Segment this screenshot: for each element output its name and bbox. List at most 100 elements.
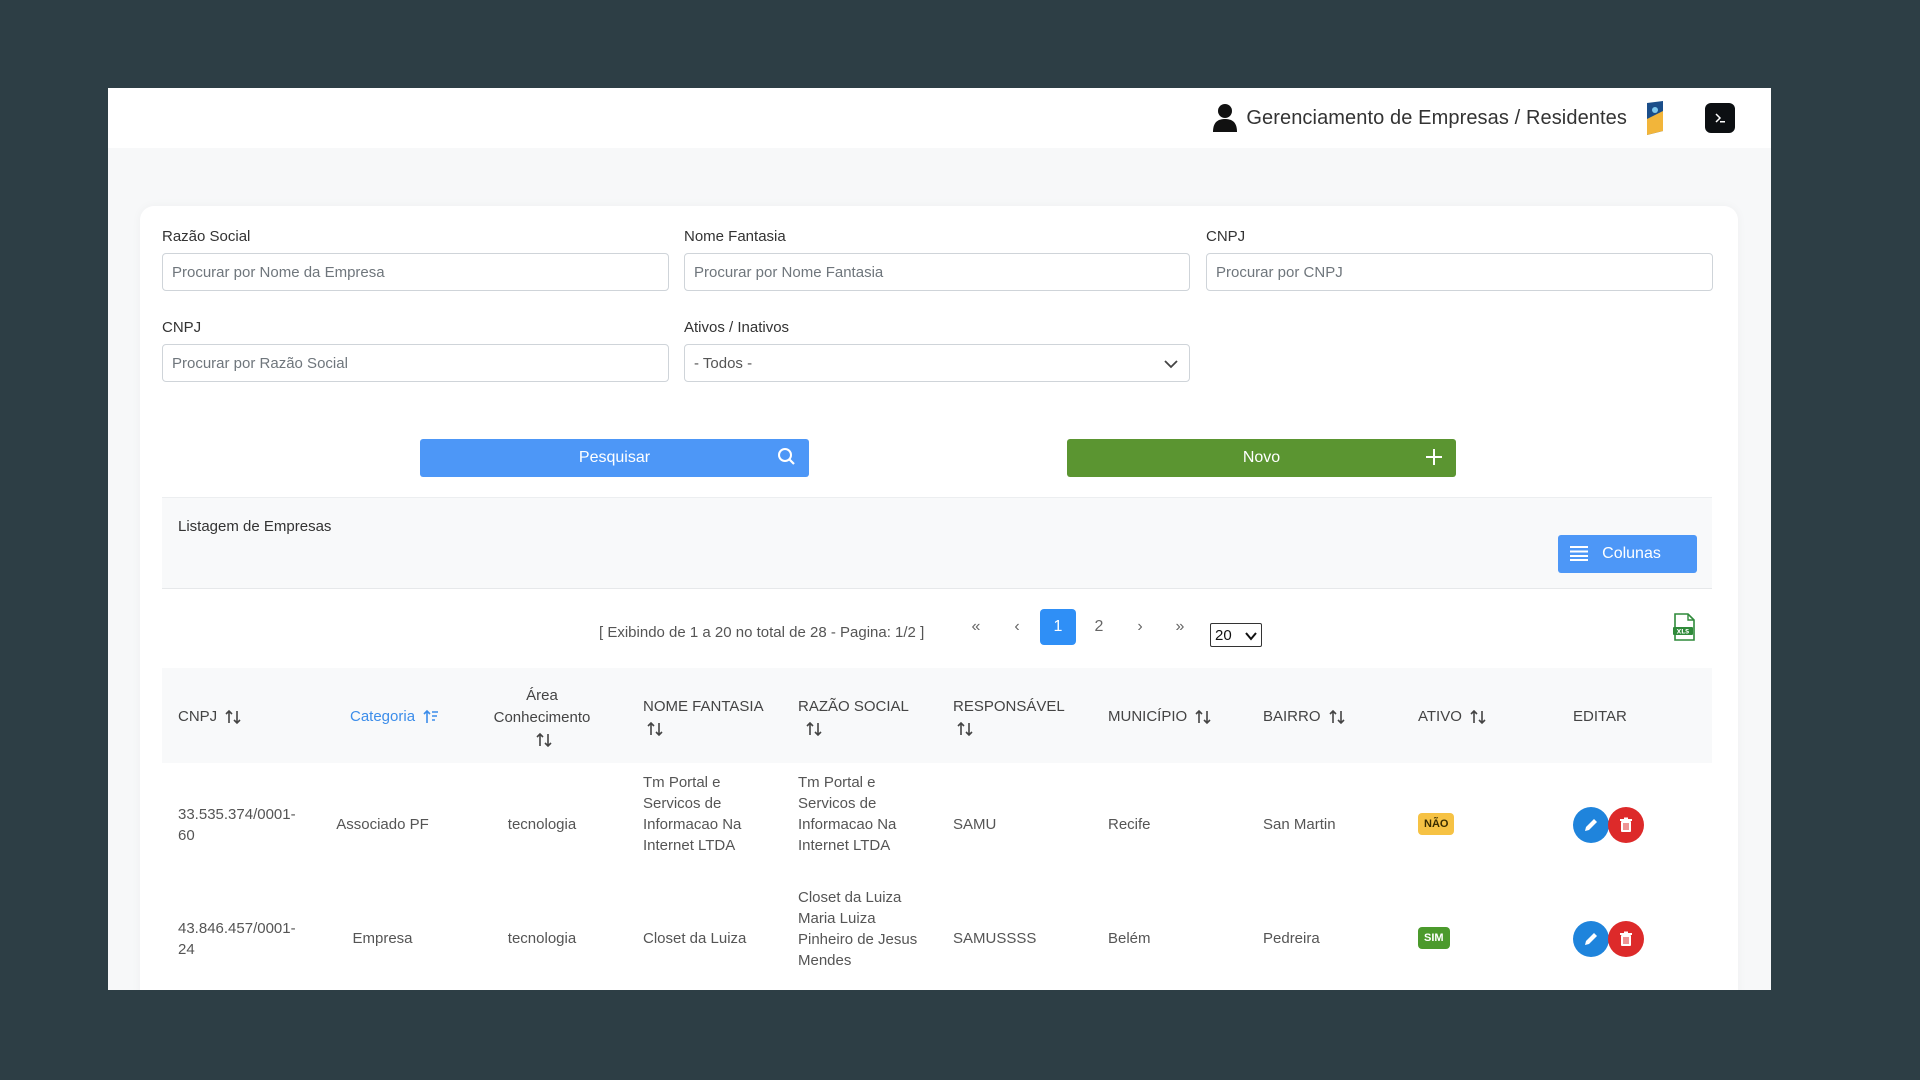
sort-desc-icon	[423, 709, 439, 724]
edit-button[interactable]	[1573, 921, 1609, 957]
chevron-down-icon	[1245, 632, 1257, 641]
last-page-button[interactable]: »	[1162, 609, 1198, 645]
page-2-button[interactable]: 2	[1081, 609, 1117, 645]
cell-line: Pinheiro de Jesus	[798, 931, 918, 948]
cell-area: tecnologia	[507, 816, 577, 833]
cell-cnpj-line: 60	[178, 827, 195, 844]
th-responsavel-label: RESPONSÁVEL	[953, 698, 1065, 715]
nome-fantasia-input[interactable]	[684, 253, 1190, 291]
app-logo[interactable]	[1705, 103, 1735, 133]
app-title: Gerenciamento de Empresas / Residentes	[1246, 106, 1627, 129]
delete-button[interactable]	[1608, 921, 1644, 957]
page-1-button[interactable]: 1	[1040, 609, 1076, 645]
cell-razao-social: Tm Portal e Servicos de Informacao Na In…	[798, 772, 928, 856]
cell-cnpj-line: 43.846.457/0001-	[178, 920, 296, 937]
list-panel: Listagem de Empresas Colunas	[162, 497, 1712, 589]
th-razao-social-label: RAZÃO SOCIAL	[798, 698, 909, 715]
nome-fantasia-label: Nome Fantasia	[684, 228, 786, 245]
cell-municipio: Recife	[1108, 816, 1151, 833]
cnpj-input[interactable]	[1206, 253, 1713, 291]
columns-button-label: Colunas	[1602, 545, 1661, 562]
cell-line: Mendes	[798, 952, 852, 969]
cell-cnpj: 43.846.457/0001- 24	[178, 918, 296, 960]
cell-line: Servicos de	[643, 795, 722, 812]
cnpj2-label: CNPJ	[162, 319, 202, 336]
sort-icon	[1470, 709, 1486, 725]
razao-social-label: Razão Social	[162, 228, 251, 245]
new-button-label: Novo	[1242, 449, 1281, 466]
th-ativo-label: ATIVO	[1418, 708, 1462, 725]
cell-line: Closet da Luiza	[643, 930, 747, 947]
razao-social-search-input[interactable]	[162, 344, 669, 382]
app-logo-icon	[1715, 113, 1725, 123]
first-page-button[interactable]: «	[958, 609, 994, 645]
status-badge: NÃO	[1418, 813, 1455, 835]
cell-line: Internet LTDA	[643, 837, 736, 854]
cell-line: Maria Luiza	[798, 910, 876, 927]
pencil-icon	[1585, 819, 1597, 831]
sort-icon	[647, 721, 663, 737]
delete-button[interactable]	[1608, 807, 1644, 843]
th-editar-label: EDITAR	[1573, 708, 1627, 725]
th-categoria-label: Categoria	[350, 708, 416, 725]
th-razao-social[interactable]: RAZÃO SOCIAL	[798, 696, 928, 740]
edit-button[interactable]	[1573, 807, 1609, 843]
cell-municipio: Belém	[1108, 930, 1151, 947]
cell-cnpj-line: 33.535.374/0001-	[178, 806, 296, 823]
cell-bairro: Pedreira	[1263, 930, 1320, 947]
top-bar: Gerenciamento de Empresas / Residentes	[108, 88, 1771, 148]
cell-categoria: Associado PF	[336, 816, 429, 833]
new-button[interactable]: Novo	[1067, 439, 1456, 477]
app-window: Gerenciamento de Empresas / Residentes R…	[108, 88, 1771, 990]
list-icon	[1570, 546, 1588, 561]
sort-icon	[225, 709, 241, 725]
th-responsavel[interactable]: RESPONSÁVEL	[953, 696, 1083, 740]
sort-icon	[957, 721, 973, 737]
th-nome-fantasia[interactable]: NOME FANTASIA	[643, 696, 773, 740]
search-button[interactable]: Pesquisar	[420, 439, 809, 477]
cell-line: Tm Portal e	[798, 774, 876, 791]
export-xls-icon[interactable]: XLS	[1672, 613, 1696, 641]
cell-responsavel: SAMU	[953, 816, 997, 833]
search-button-label: Pesquisar	[578, 449, 651, 466]
cell-bairro: San Martin	[1263, 816, 1336, 833]
cell-responsavel: SAMUSSSS	[953, 930, 1037, 947]
columns-button[interactable]: Colunas	[1558, 535, 1697, 573]
cell-line: Tm Portal e	[643, 774, 721, 791]
cell-nome-fantasia: Tm Portal e Servicos de Informacao Na In…	[643, 772, 773, 856]
th-municipio[interactable]: MUNICÍPIO	[1108, 706, 1211, 728]
cell-line: Servicos de	[798, 795, 877, 812]
th-area[interactable]: Área Conhecimento	[482, 685, 602, 751]
sort-icon	[806, 721, 822, 737]
th-ativo[interactable]: ATIVO	[1418, 706, 1486, 728]
cell-line: Informacao Na	[643, 816, 742, 833]
prev-page-button[interactable]: ‹	[999, 609, 1035, 645]
status-badge: SIM	[1418, 927, 1450, 949]
ativos-label: Ativos / Inativos	[684, 319, 790, 336]
list-title: Listagem de Empresas	[178, 518, 332, 535]
cell-nome-fantasia: Closet da Luiza	[643, 928, 773, 949]
user-icon[interactable]	[1212, 103, 1238, 133]
page-size-select[interactable]: 20	[1210, 623, 1262, 647]
th-cnpj-label: CNPJ	[178, 708, 218, 725]
next-page-button[interactable]: ›	[1122, 609, 1158, 645]
cell-line: Internet LTDA	[798, 837, 891, 854]
razao-social-input[interactable]	[162, 253, 669, 291]
pencil-icon	[1585, 933, 1597, 945]
plus-icon	[1426, 449, 1442, 465]
cell-categoria: Empresa	[352, 930, 413, 947]
th-cnpj[interactable]: CNPJ	[178, 706, 241, 728]
cell-line: Closet da Luiza	[798, 889, 902, 906]
th-categoria[interactable]: Categoria	[350, 706, 439, 728]
trash-icon	[1620, 931, 1632, 946]
ativos-select[interactable]: - Todos -	[684, 344, 1190, 382]
th-bairro[interactable]: BAIRRO	[1263, 706, 1345, 728]
cell-line: Informacao Na	[798, 816, 897, 833]
cell-cnpj-line: 24	[178, 941, 195, 958]
page-size-value: 20	[1215, 626, 1232, 644]
ativos-select-value: - Todos -	[694, 354, 753, 372]
cell-cnpj: 33.535.374/0001- 60	[178, 804, 296, 846]
sort-icon	[1329, 709, 1345, 725]
main-card: Razão Social Nome Fantasia CNPJ CNPJ Ati…	[140, 206, 1738, 990]
trash-icon	[1620, 817, 1632, 832]
